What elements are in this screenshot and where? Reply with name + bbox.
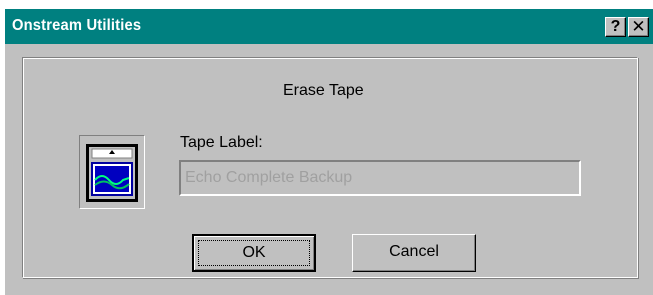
close-button[interactable]: ✕	[628, 17, 649, 37]
tape-label-field[interactable]	[179, 160, 581, 196]
window-title: Onstream Utilities	[12, 17, 142, 34]
dialog-heading: Erase Tape	[283, 82, 364, 99]
help-button[interactable]: ?	[605, 17, 626, 37]
tape-label-caption: Tape Label:	[180, 134, 263, 151]
title-bar[interactable]: Onstream Utilities ? ✕	[5, 9, 653, 44]
cancel-button[interactable]: Cancel	[352, 234, 476, 272]
ok-button-label: OK	[198, 240, 310, 266]
tape-cartridge-icon	[79, 135, 145, 209]
ok-button[interactable]: OK	[192, 234, 316, 272]
close-icon: ✕	[631, 17, 646, 36]
